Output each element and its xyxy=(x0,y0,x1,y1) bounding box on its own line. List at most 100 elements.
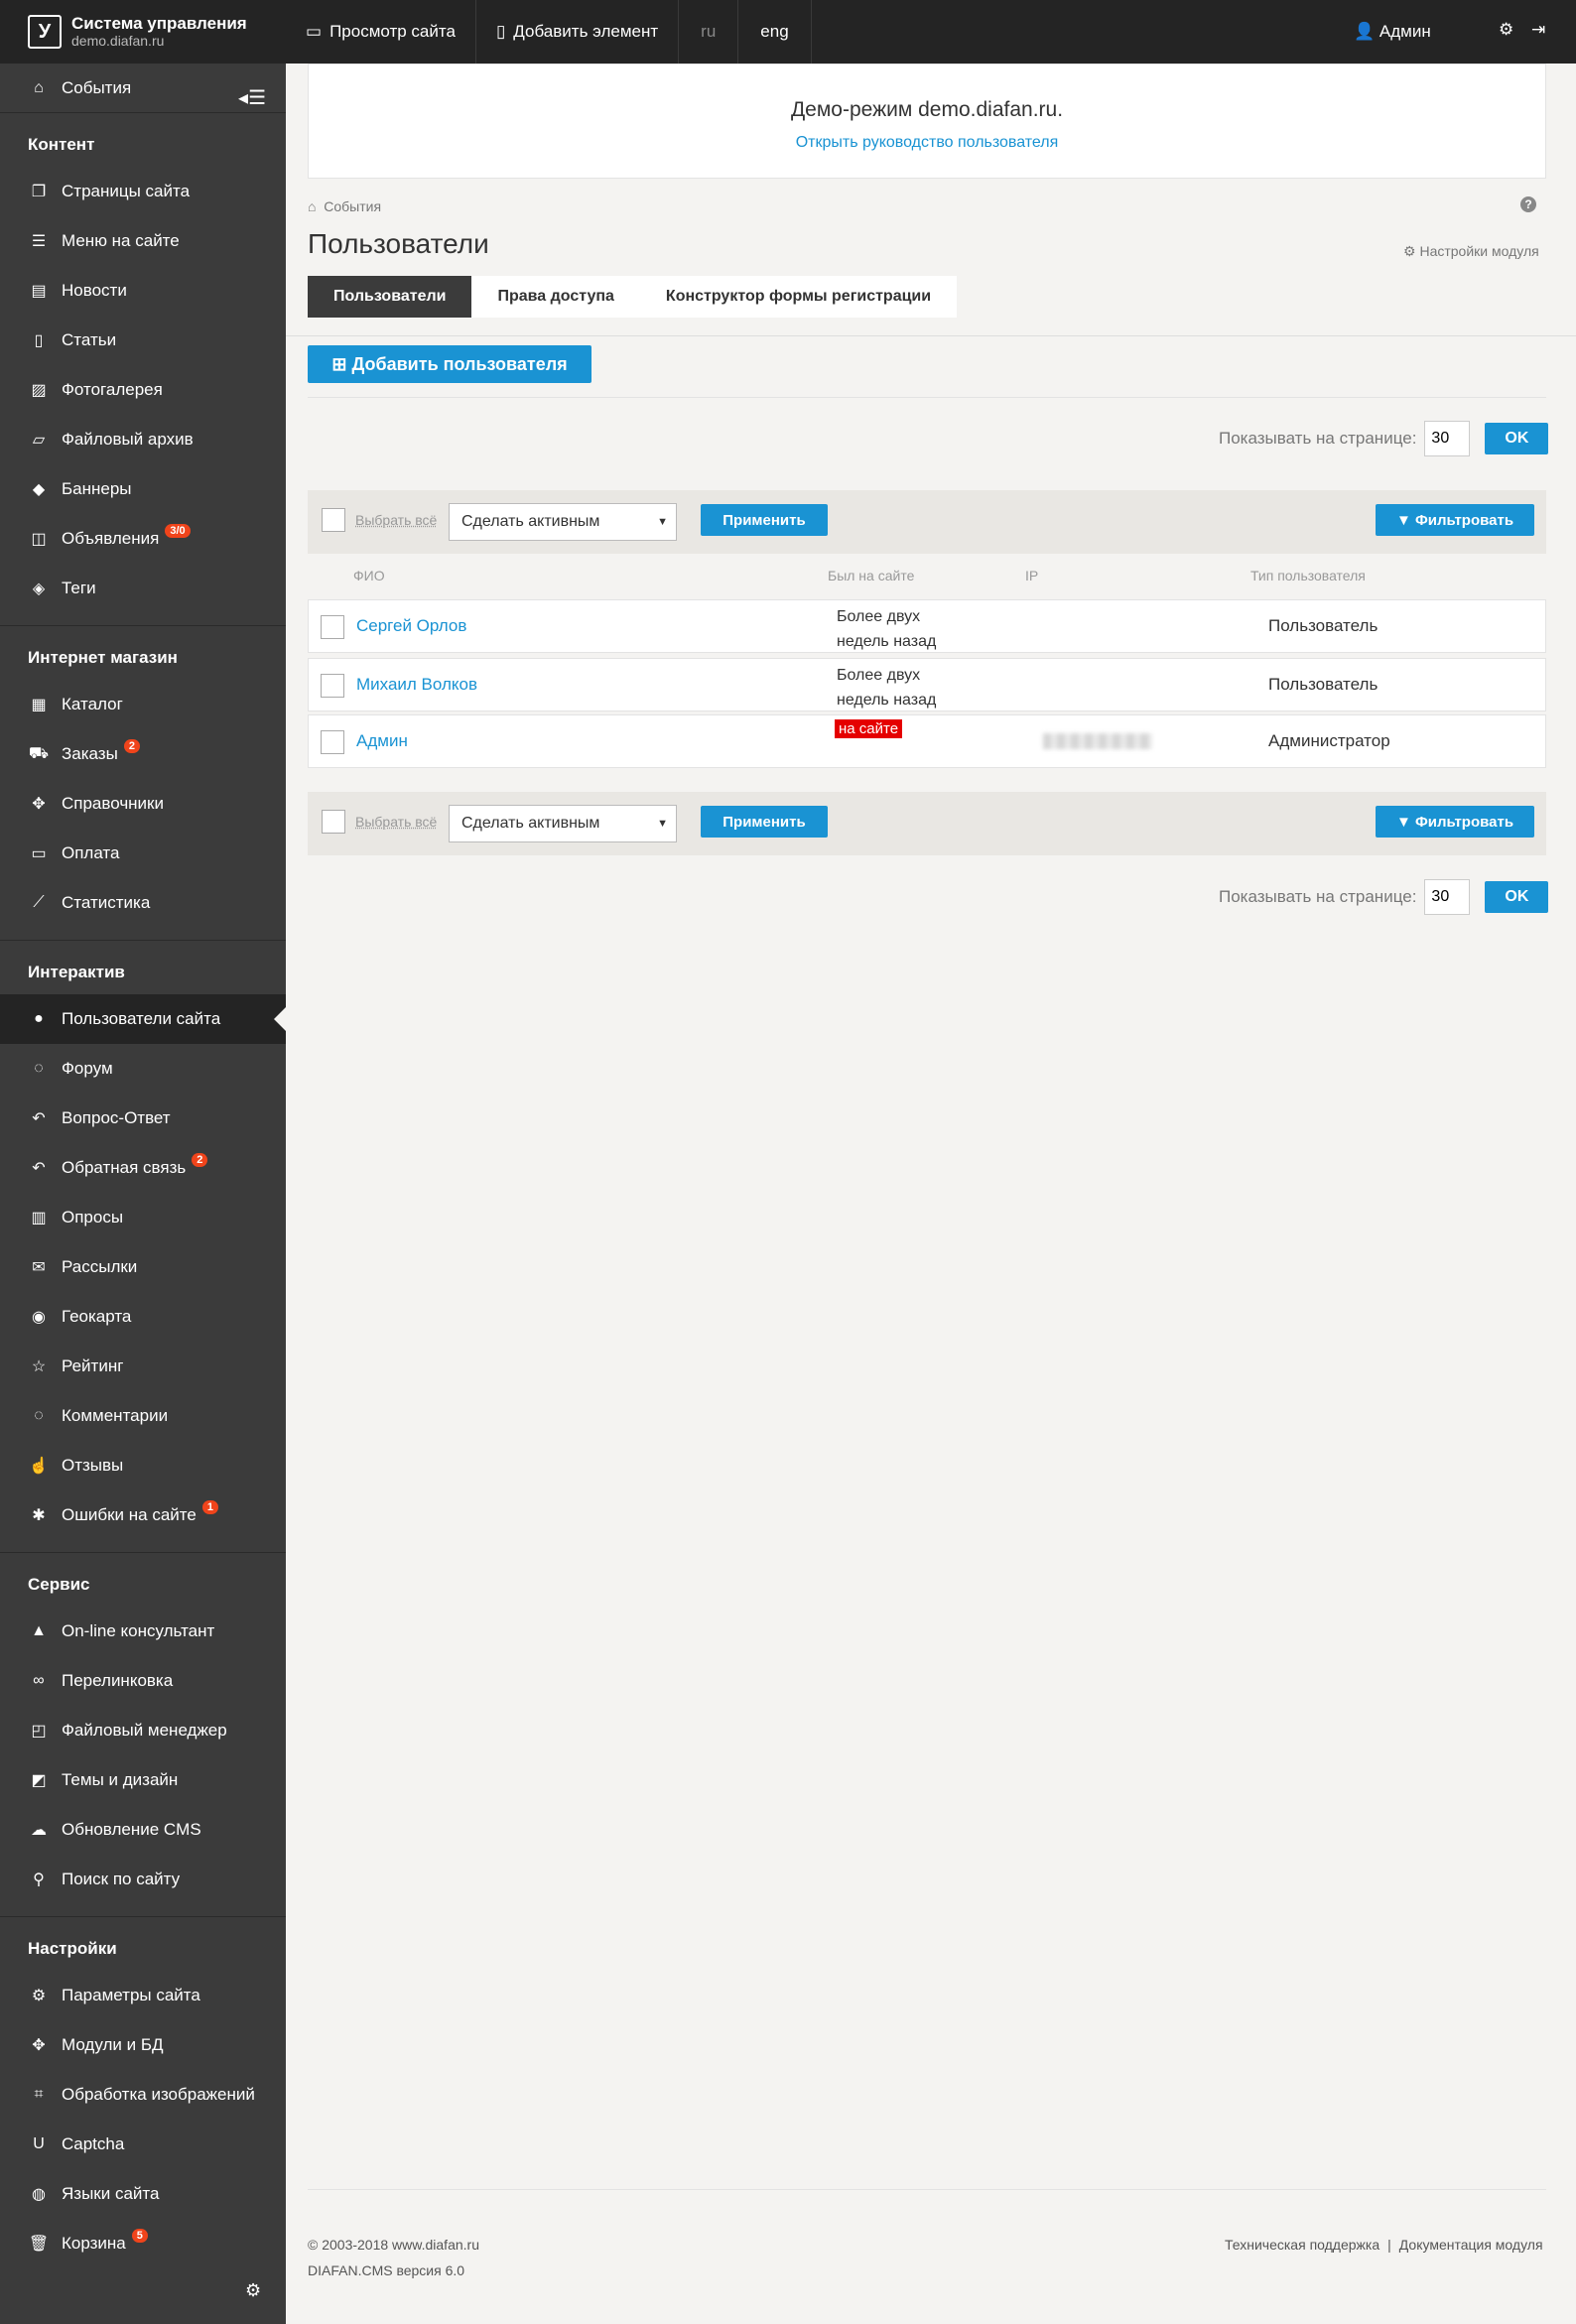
add-element-label: Добавить элемент xyxy=(513,22,659,41)
action-select-value: Сделать активным xyxy=(461,815,600,832)
sidebar-item[interactable]: ∞ Перелинковка xyxy=(0,1656,286,1706)
admin-user-link[interactable]: 👤 Админ xyxy=(1354,22,1431,42)
collapse-menu-icon[interactable]: ◂☰ xyxy=(238,85,266,110)
select-all-link[interactable]: Выбрать всё xyxy=(355,814,437,830)
row-checkbox[interactable] xyxy=(321,730,344,754)
sidebar-item[interactable]: ✱ Ошибки на сайте 1 xyxy=(0,1490,286,1540)
news-icon: ▤ xyxy=(31,283,47,300)
sidebar-item[interactable]: ⛟ Заказы 2 xyxy=(0,729,286,779)
lang-ru-link[interactable]: ru xyxy=(679,0,739,64)
sidebar-item[interactable]: ◰ Файловый менеджер xyxy=(0,1706,286,1755)
row-checkbox[interactable] xyxy=(321,615,344,639)
sidebar-item[interactable]: ☆ Рейтинг xyxy=(0,1342,286,1391)
sidebar-item[interactable]: ⚙ Параметры сайта xyxy=(0,1971,286,2020)
sidebar-item[interactable]: ⌗ Обработка изображений xyxy=(0,2070,286,2120)
sidebar-item[interactable]: ◉ Геокарта xyxy=(0,1292,286,1342)
sidebar-item[interactable]: ◫ Объявления 3/0 xyxy=(0,514,286,564)
docs-link[interactable]: Документация модуля xyxy=(1399,2237,1543,2253)
select-all-link[interactable]: Выбрать всё xyxy=(355,512,437,528)
add-user-button[interactable]: ⊞ Добавить пользователя xyxy=(308,345,591,383)
select-all-checkbox[interactable] xyxy=(322,508,345,532)
feedback-icon: ↶ xyxy=(32,1160,46,1177)
column-last-visit: Был на сайте xyxy=(828,568,915,583)
sidebar-item[interactable]: ❐ Страницы сайта xyxy=(0,167,286,216)
per-page-ok-button[interactable]: OK xyxy=(1485,881,1549,913)
sidebar-item-label: Статьи xyxy=(62,330,117,349)
underline-icon: U xyxy=(33,2135,45,2152)
sidebar-item[interactable]: ▱ Файловый архив xyxy=(0,415,286,464)
sidebar-item[interactable]: 🗑 Корзина 5 xyxy=(0,2219,286,2268)
filter-button[interactable]: ▼ Фильтровать xyxy=(1376,806,1534,838)
sidebar-item[interactable]: ↶ Обратная связь 2 xyxy=(0,1143,286,1193)
sidebar-item[interactable]: ✉ Рассылки xyxy=(0,1242,286,1292)
brand[interactable]: У Система управления demo.diafan.ru xyxy=(0,0,286,64)
sidebar-item[interactable]: ▤ Новости xyxy=(0,266,286,316)
sidebar-item[interactable]: ▭ Оплата xyxy=(0,829,286,878)
logout-icon[interactable]: ⇥ xyxy=(1531,20,1545,40)
apply-button[interactable]: Применить xyxy=(701,806,828,838)
per-page-input[interactable] xyxy=(1424,421,1471,456)
sidebar-item[interactable]: ◈ Теги xyxy=(0,564,286,613)
sidebar-item[interactable]: ⟋ Статистика xyxy=(0,878,286,928)
sidebar-item[interactable]: ▦ Каталог xyxy=(0,680,286,729)
add-element-button[interactable]: ▯ Добавить элемент xyxy=(476,0,680,64)
gear-icon[interactable]: ⚙ xyxy=(245,2280,261,2301)
lang-eng-link[interactable]: eng xyxy=(738,0,812,64)
select-all-checkbox[interactable] xyxy=(322,810,345,834)
apply-button[interactable]: Применить xyxy=(701,504,828,536)
count-badge: 3/0 xyxy=(165,524,191,538)
sidebar-item-label: Меню на сайте xyxy=(62,231,180,250)
tab-users[interactable]: Пользователи xyxy=(308,276,472,318)
breadcrumb[interactable]: ⌂ События xyxy=(308,198,381,214)
sidebar-item-events[interactable]: ⌂ События ◂☰ xyxy=(0,64,286,113)
sidebar-item[interactable]: ▲ On-line консультант xyxy=(0,1607,286,1656)
forum-icon: ◌ xyxy=(34,1060,44,1077)
settings-gear-icon[interactable]: ⚙ xyxy=(1499,20,1513,40)
tab-access-rights[interactable]: Права доступа xyxy=(471,276,640,318)
breadcrumb-item[interactable]: События xyxy=(324,198,381,214)
folder-icon: ▱ xyxy=(32,432,46,449)
row-checkbox[interactable] xyxy=(321,674,344,698)
sidebar-item[interactable]: ▥ Опросы xyxy=(0,1193,286,1242)
chart-icon: ⟋ xyxy=(33,894,45,911)
sidebar-item[interactable]: U Captcha xyxy=(0,2120,286,2169)
user-guide-link[interactable]: Открыть руководство пользователя xyxy=(309,134,1545,152)
sidebar-item-label: Обратная связь xyxy=(62,1158,187,1177)
action-select[interactable]: Сделать активным ▼ xyxy=(449,503,677,541)
sidebar-item[interactable]: ▯ Статьи xyxy=(0,316,286,365)
page-title: Пользователи xyxy=(308,228,489,259)
sidebar-item[interactable]: ◌ Комментарии xyxy=(0,1391,286,1441)
sidebar-item-label: Рассылки xyxy=(62,1257,138,1276)
per-page-input[interactable] xyxy=(1424,879,1471,915)
sidebar-item[interactable]: ◌ Форум xyxy=(0,1044,286,1094)
user-name-link[interactable]: Михаил Волков xyxy=(356,675,477,695)
sidebar-item[interactable]: ◩ Темы и дизайн xyxy=(0,1755,286,1805)
sidebar-item[interactable]: ◍ Языки сайта xyxy=(0,2169,286,2219)
sidebar-item[interactable]: ▨ Фотогалерея xyxy=(0,365,286,415)
sidebar-item[interactable]: ⚲ Поиск по сайту xyxy=(0,1855,286,1904)
view-site-button[interactable]: ▭ Просмотр сайта xyxy=(286,0,476,64)
per-page-ok-button[interactable]: OK xyxy=(1485,423,1549,454)
tab-registration-form[interactable]: Конструктор формы регистрации xyxy=(639,276,958,318)
user-name-link[interactable]: Сергей Орлов xyxy=(356,616,466,636)
sidebar-item[interactable]: ↶ Вопрос-Ответ xyxy=(0,1094,286,1143)
thumbs-up-icon: ☝ xyxy=(29,1458,49,1475)
sidebar-item-label: On-line консультант xyxy=(62,1621,215,1640)
user-name-link[interactable]: Админ xyxy=(356,731,408,751)
sidebar-item[interactable]: ☝ Отзывы xyxy=(0,1441,286,1490)
help-icon[interactable]: ? xyxy=(1520,196,1536,212)
table-row: Сергей Орлов Более двух недель назад Пол… xyxy=(308,599,1546,653)
table-row: Михаил Волков Более двух недель назад По… xyxy=(308,658,1546,711)
sidebar-item[interactable]: ◆ Баннеры xyxy=(0,464,286,514)
mail-icon: ✉ xyxy=(32,1259,46,1276)
module-settings-link[interactable]: ⚙ Настройки модуля xyxy=(1403,243,1539,260)
cart-icon: ⛟ xyxy=(28,745,50,762)
sidebar-item[interactable]: ☁ Обновление CMS xyxy=(0,1805,286,1855)
filter-button[interactable]: ▼ Фильтровать xyxy=(1376,504,1534,536)
sidebar-item[interactable]: ● Пользователи сайта xyxy=(0,994,286,1044)
action-select[interactable]: Сделать активным ▼ xyxy=(449,805,677,842)
sidebar-item[interactable]: ✥ Модули и БД xyxy=(0,2020,286,2070)
sidebar-item[interactable]: ☰ Меню на сайте xyxy=(0,216,286,266)
support-link[interactable]: Техническая поддержка xyxy=(1225,2237,1379,2253)
sidebar-item[interactable]: ✥ Справочники xyxy=(0,779,286,829)
